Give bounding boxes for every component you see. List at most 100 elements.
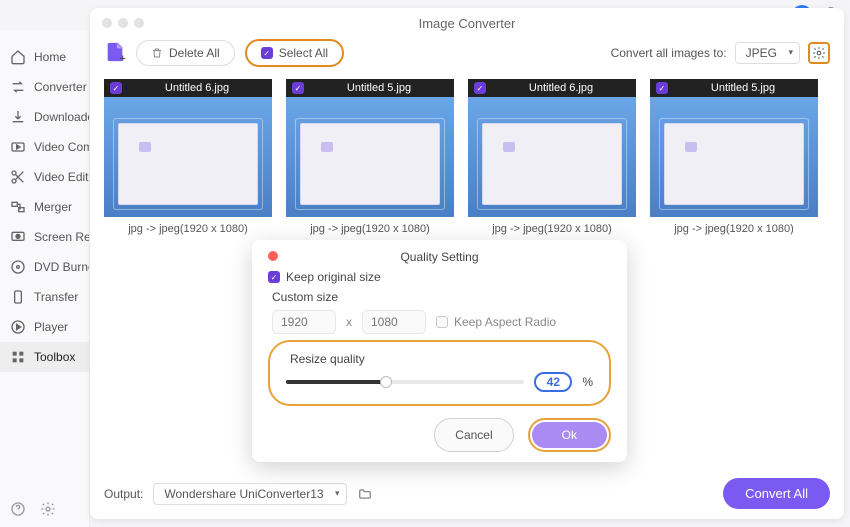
sidebar-item-home[interactable]: Home <box>0 42 89 72</box>
sidebar-item-merger[interactable]: Merger <box>0 192 89 222</box>
select-value: JPEG <box>746 46 777 60</box>
sidebar-item-label: Converter <box>34 80 87 94</box>
quality-slider[interactable] <box>286 380 524 384</box>
height-input[interactable] <box>362 310 426 334</box>
sidebar-item-label: Merger <box>34 200 72 214</box>
target-format-select[interactable]: JPEG <box>735 42 800 64</box>
card-checkbox[interactable]: ✓ <box>292 82 304 94</box>
sidebar-item-label: Downloader <box>34 110 89 124</box>
card-thumb <box>286 97 454 217</box>
convert-all-button[interactable]: Convert All <box>723 478 830 509</box>
card-checkbox[interactable]: ✓ <box>656 82 668 94</box>
window-title: Image Converter <box>419 16 516 31</box>
dimension-separator: x <box>346 315 352 329</box>
settings-cog-icon[interactable] <box>40 501 56 517</box>
sidebar-item-label: Screen Recorder <box>34 230 89 244</box>
card-thumb <box>468 97 636 217</box>
card-filename: Untitled 6.jpg <box>128 82 266 94</box>
thumbnails-row: ✓ Untitled 6.jpg jpg -> jpeg(1920 x 1080)… <box>90 73 844 241</box>
keep-original-label: Keep original size <box>286 270 381 284</box>
sidebar-item-toolbox[interactable]: Toolbox <box>0 342 89 372</box>
sidebar-item-label: Video Editor <box>34 170 89 184</box>
convert-target-label: Convert all images to: <box>611 46 727 60</box>
cancel-button[interactable]: Cancel <box>434 418 513 452</box>
grid-icon <box>10 349 26 365</box>
keep-aspect-checkbox[interactable] <box>436 316 448 328</box>
sidebar-item-player[interactable]: Player <box>0 312 89 342</box>
card-filename: Untitled 6.jpg <box>492 82 630 94</box>
download-icon <box>10 109 26 125</box>
sidebar-item-label: Toolbox <box>34 350 75 364</box>
select-all-button[interactable]: ✓ Select All <box>245 39 344 67</box>
video-icon <box>10 139 26 155</box>
button-label: Cancel <box>455 428 492 442</box>
button-label: Ok <box>562 428 577 442</box>
quality-settings-button[interactable] <box>808 42 830 64</box>
dialog-title: Quality Setting <box>400 250 478 264</box>
merge-icon <box>10 199 26 215</box>
sidebar-item-downloader[interactable]: Downloader <box>0 102 89 132</box>
checkbox-icon: ✓ <box>261 47 273 59</box>
button-label: Delete All <box>169 46 220 60</box>
quality-value[interactable]: 42 <box>534 372 572 392</box>
card-caption: jpg -> jpeg(1920 x 1080) <box>650 217 818 241</box>
sidebar-item-label: DVD Burner <box>34 260 89 274</box>
button-label: Convert All <box>745 486 808 501</box>
ok-button[interactable]: Ok <box>532 422 607 448</box>
output-label: Output: <box>104 487 143 501</box>
home-icon <box>10 49 26 65</box>
sidebar-item-screen-recorder[interactable]: Screen Recorder <box>0 222 89 252</box>
sidebar-item-video-compressor[interactable]: Video Compressor <box>0 132 89 162</box>
play-icon <box>10 319 26 335</box>
svg-text:+: + <box>120 53 126 63</box>
image-card[interactable]: ✓ Untitled 6.jpg jpg -> jpeg(1920 x 1080) <box>104 79 272 241</box>
image-card[interactable]: ✓ Untitled 5.jpg jpg -> jpeg(1920 x 1080) <box>650 79 818 241</box>
sidebar-item-label: Player <box>34 320 68 334</box>
select-value: Wondershare UniConverter13 <box>164 487 323 501</box>
sidebar-item-dvd-burner[interactable]: DVD Burner <box>0 252 89 282</box>
record-icon <box>10 229 26 245</box>
card-caption: jpg -> jpeg(1920 x 1080) <box>468 217 636 241</box>
transfer-icon <box>10 289 26 305</box>
sidebar-item-video-editor[interactable]: Video Editor <box>0 162 89 192</box>
slider-thumb[interactable] <box>380 376 392 388</box>
help-icon[interactable] <box>10 501 26 517</box>
sidebar-item-label: Home <box>34 50 66 64</box>
sidebar-item-transfer[interactable]: Transfer <box>0 282 89 312</box>
disc-icon <box>10 259 26 275</box>
window-traffic-lights[interactable] <box>102 18 144 28</box>
add-files-button[interactable]: + <box>104 41 126 66</box>
card-filename: Untitled 5.jpg <box>310 82 448 94</box>
resize-quality-label: Resize quality <box>290 352 593 366</box>
image-card[interactable]: ✓ Untitled 5.jpg jpg -> jpeg(1920 x 1080) <box>286 79 454 241</box>
percent-sign: % <box>582 375 593 389</box>
output-path-select[interactable]: Wondershare UniConverter13 <box>153 483 346 505</box>
scissors-icon <box>10 169 26 185</box>
card-caption: jpg -> jpeg(1920 x 1080) <box>104 217 272 241</box>
card-filename: Untitled 5.jpg <box>674 82 812 94</box>
close-button[interactable] <box>268 251 278 261</box>
keep-original-checkbox[interactable]: ✓ <box>268 271 280 283</box>
trash-icon <box>151 47 163 59</box>
card-checkbox[interactable]: ✓ <box>474 82 486 94</box>
custom-size-label: Custom size <box>272 290 611 304</box>
card-thumb <box>104 97 272 217</box>
card-caption: jpg -> jpeg(1920 x 1080) <box>286 217 454 241</box>
sidebar-item-label: Transfer <box>34 290 78 304</box>
sidebar-item-label: Video Compressor <box>34 140 89 154</box>
resize-quality-group: Resize quality 42 % <box>268 340 611 406</box>
sidebar-item-converter[interactable]: Converter <box>0 72 89 102</box>
width-input[interactable] <box>272 310 336 334</box>
button-label: Select All <box>279 46 328 60</box>
sidebar: Home Converter Downloader Video Compress… <box>0 30 90 527</box>
image-card[interactable]: ✓ Untitled 6.jpg jpg -> jpeg(1920 x 1080) <box>468 79 636 241</box>
keep-aspect-label: Keep Aspect Radio <box>454 315 556 329</box>
open-folder-button[interactable] <box>357 487 373 501</box>
card-thumb <box>650 97 818 217</box>
convert-icon <box>10 79 26 95</box>
add-file-icon: + <box>104 41 126 63</box>
delete-all-button[interactable]: Delete All <box>136 40 235 66</box>
gear-icon <box>812 46 826 60</box>
quality-setting-dialog: Quality Setting ✓ Keep original size Cus… <box>252 240 627 462</box>
card-checkbox[interactable]: ✓ <box>110 82 122 94</box>
